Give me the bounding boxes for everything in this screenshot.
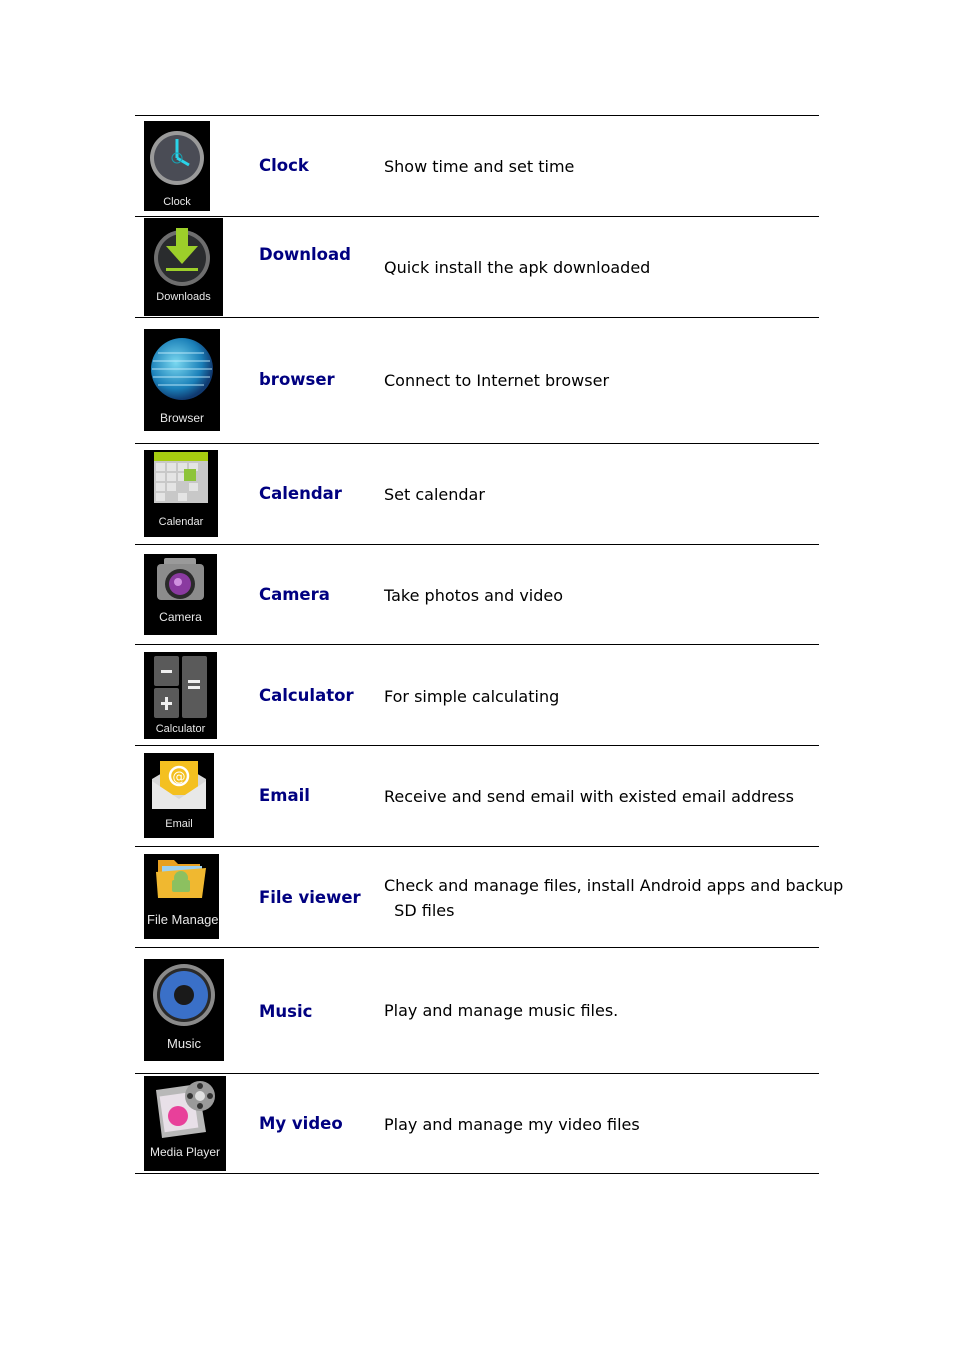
icon-label: Camera: [159, 610, 202, 624]
icon-label: Music: [167, 1036, 201, 1051]
app-name: Music: [259, 1002, 313, 1021]
app-description: Quick install the apk downloaded: [384, 258, 651, 277]
table-row: Downloads Download Quick install the apk…: [135, 216, 819, 317]
table-row: Browser browser Connect to Internet brow…: [135, 317, 819, 443]
app-name: Email: [259, 786, 310, 805]
icon-label: Media Player: [149, 1145, 221, 1159]
clock-icon: Clock: [144, 121, 210, 211]
app-name: Camera: [259, 585, 330, 604]
table-row: Media Player My video Play and manage my…: [135, 1073, 819, 1174]
app-description: Receive and send email with existed emai…: [384, 787, 794, 806]
media-player-icon: Media Player: [144, 1076, 226, 1171]
calendar-icon: Calendar: [144, 450, 218, 537]
icon-label: Downloads: [156, 291, 211, 303]
table-row: Camera Camera Take photos and video: [135, 544, 819, 644]
app-name: Calculator: [259, 686, 354, 705]
download-icon: Downloads: [144, 218, 223, 316]
app-description: For simple calculating: [384, 687, 560, 706]
app-description: Take photos and video: [384, 586, 564, 605]
browser-globe-icon: Browser: [144, 329, 220, 431]
camera-icon: Camera: [144, 554, 217, 635]
app-description: Play and manage my video files: [384, 1115, 640, 1134]
app-name: Download: [259, 245, 351, 264]
app-description: Check and manage files, install Android …: [384, 876, 844, 920]
app-description: Show time and set time: [384, 157, 575, 176]
app-name: My video: [259, 1114, 343, 1133]
icon-label: Calendar: [158, 516, 204, 528]
email-icon: @ Email: [144, 753, 214, 838]
icon-label: File Manage: [147, 912, 219, 927]
app-name: browser: [259, 370, 335, 389]
icon-label: Clock: [163, 196, 191, 208]
app-table: Clock Clock Show time and set time Downl…: [135, 115, 843, 1174]
icon-label: Browser: [159, 411, 204, 425]
table-row: Clock Clock Show time and set time: [135, 115, 819, 216]
app-name: Calendar: [259, 484, 342, 503]
table-row: File Manage File viewer Check and manage…: [135, 846, 843, 947]
table-row: Music Music Play and manage music files.: [135, 947, 819, 1073]
app-name: File viewer: [259, 888, 361, 907]
icon-label: Email: [165, 818, 193, 830]
app-description: Play and manage music files.: [384, 1001, 619, 1020]
app-name: Clock: [259, 156, 309, 175]
file-manager-icon: File Manage: [144, 854, 219, 939]
svg-text:@: @: [173, 770, 186, 785]
icon-label: Calculator: [155, 723, 206, 735]
music-speaker-icon: Music: [144, 959, 224, 1061]
table-row: @ Email Email Receive and send email wit…: [135, 745, 819, 846]
table-row: Calendar Calendar Set calendar: [135, 443, 819, 544]
calculator-icon: Calculator: [144, 652, 217, 739]
app-description: Connect to Internet browser: [384, 371, 610, 390]
table-row: Calculator Calculator For simple calcula…: [135, 644, 819, 745]
app-description: Set calendar: [384, 485, 485, 504]
